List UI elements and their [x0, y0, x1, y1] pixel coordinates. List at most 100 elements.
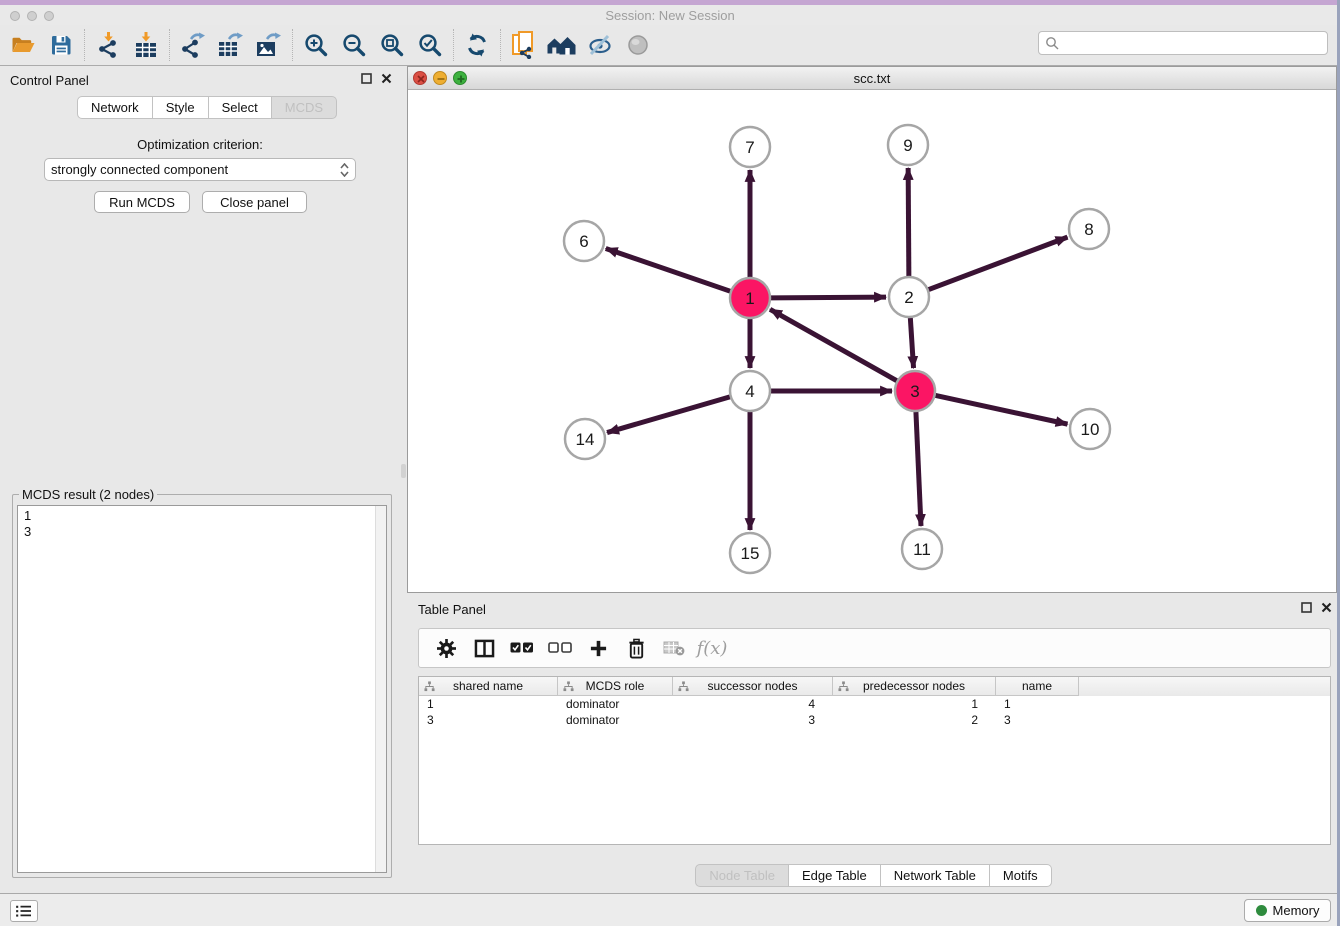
table-toolbar: f(x) — [418, 628, 1331, 668]
mcds-result-line: 1 — [24, 508, 386, 524]
cell-predecessor-nodes: 2 — [833, 712, 996, 728]
graph-edge-3-11[interactable] — [916, 412, 921, 526]
graph-edge-1-6[interactable] — [606, 248, 730, 291]
graph-edge-2-3[interactable] — [910, 318, 913, 368]
deselect-all-button[interactable] — [541, 631, 579, 665]
export-network-icon — [179, 32, 207, 58]
zoom-fit-button[interactable] — [373, 28, 411, 62]
task-history-button[interactable] — [10, 900, 38, 922]
export-table-icon — [217, 32, 245, 58]
list-icon — [15, 904, 33, 918]
tab-node-table[interactable]: Node Table — [695, 864, 789, 887]
search-input[interactable] — [1059, 36, 1321, 51]
sort-icon — [424, 681, 435, 692]
graph-node-label: 14 — [576, 430, 595, 449]
graph-edge-2-8[interactable] — [929, 237, 1068, 289]
close-panel-icon[interactable] — [1321, 602, 1332, 613]
column-header-mcds-role[interactable]: MCDS role — [558, 677, 673, 696]
toggle-columns-button[interactable] — [465, 631, 503, 665]
table-settings-button[interactable] — [427, 631, 465, 665]
network-canvas[interactable]: 1234678910111415 — [408, 90, 1336, 592]
eye-disabled-icon — [626, 33, 650, 57]
graph-edge-2-9[interactable] — [908, 168, 909, 276]
graph-edge-1-2[interactable] — [771, 297, 886, 298]
search-field[interactable] — [1038, 31, 1328, 55]
add-button[interactable] — [579, 631, 617, 665]
column-header-successor-nodes[interactable]: successor nodes — [673, 677, 833, 696]
eye-disabled-button — [619, 28, 657, 62]
export-table-button[interactable] — [212, 28, 250, 62]
tab-edge-table[interactable]: Edge Table — [789, 864, 881, 887]
apply-layout-button[interactable] — [458, 28, 496, 62]
select-all-button[interactable] — [503, 631, 541, 665]
ndex-button[interactable] — [543, 28, 581, 62]
graph-edge-4-14[interactable] — [607, 397, 730, 433]
column-label: name — [1022, 679, 1052, 693]
node-table: shared name MCDS role successor nodes pr… — [418, 676, 1331, 845]
float-panel-icon[interactable] — [1301, 602, 1312, 613]
graph-node-label: 6 — [579, 232, 588, 251]
eye-slash-icon — [586, 32, 614, 58]
delete-button[interactable] — [617, 631, 655, 665]
app-window-title: Session: New Session — [0, 8, 1340, 23]
open-session-button[interactable] — [4, 28, 42, 62]
tab-network-table[interactable]: Network Table — [881, 864, 990, 887]
graph-edge-3-10[interactable] — [936, 395, 1068, 424]
close-panel-button[interactable]: Close panel — [202, 191, 307, 213]
table-panel-header: Table Panel — [407, 595, 1340, 623]
control-panel-header: Control Panel — [0, 66, 400, 94]
main-toolbar — [0, 25, 1340, 66]
graph-node-label: 8 — [1084, 220, 1093, 239]
graph-node-label: 11 — [913, 540, 931, 559]
result-scrollbar[interactable] — [375, 506, 386, 872]
control-panel: Control Panel Network Style Select MCDS … — [0, 66, 400, 893]
cell-mcds-role: dominator — [558, 712, 673, 728]
mcds-result-list[interactable]: 1 3 — [17, 505, 387, 873]
graph-node-label: 3 — [910, 382, 919, 401]
graph-edge-3-1[interactable] — [770, 309, 897, 380]
sort-icon — [678, 681, 689, 692]
zoom-out-button[interactable] — [335, 28, 373, 62]
memory-button[interactable]: Memory — [1244, 899, 1331, 922]
table-row[interactable]: 1 dominator 4 1 1 — [419, 696, 1330, 712]
graph-node-label: 4 — [745, 382, 754, 401]
export-image-button[interactable] — [250, 28, 288, 62]
toggle-visibility-button[interactable] — [581, 28, 619, 62]
save-floppy-icon — [49, 33, 73, 57]
zoom-selected-button[interactable] — [411, 28, 449, 62]
app-titlebar: Session: New Session — [0, 5, 1340, 25]
cell-predecessor-nodes: 1 — [833, 696, 996, 712]
tab-select[interactable]: Select — [209, 96, 272, 119]
tab-network[interactable]: Network — [77, 96, 153, 119]
tab-mcds[interactable]: MCDS — [272, 96, 337, 119]
graph-node-label: 1 — [745, 289, 754, 308]
memory-status-icon — [1256, 905, 1267, 916]
column-header-predecessor-nodes[interactable]: predecessor nodes — [833, 677, 996, 696]
split-divider-handle[interactable] — [401, 464, 406, 478]
float-panel-icon[interactable] — [361, 73, 372, 84]
zoom-selected-icon — [417, 32, 443, 58]
table-row[interactable]: 3 dominator 3 2 3 — [419, 712, 1330, 728]
column-label: predecessor nodes — [863, 679, 965, 693]
zoom-in-button[interactable] — [297, 28, 335, 62]
graph-node-label: 10 — [1081, 420, 1100, 439]
houses-icon — [547, 33, 577, 57]
tab-style[interactable]: Style — [153, 96, 209, 119]
run-mcds-button[interactable]: Run MCDS — [94, 191, 190, 213]
open-folder-icon — [10, 33, 37, 57]
select-all-icon — [510, 642, 534, 654]
graph-node-label: 15 — [741, 544, 760, 563]
run-mcds-label: Run MCDS — [109, 195, 175, 210]
column-header-name[interactable]: name — [996, 677, 1079, 696]
toolbar-separator — [84, 29, 85, 61]
criterion-select[interactable]: strongly connected component — [44, 158, 356, 181]
import-network-button[interactable] — [89, 28, 127, 62]
new-network-from-selection-button[interactable] — [505, 28, 543, 62]
column-header-shared-name[interactable]: shared name — [419, 677, 558, 696]
export-network-button[interactable] — [174, 28, 212, 62]
close-panel-icon[interactable] — [381, 73, 392, 84]
table-delete-icon — [663, 640, 685, 656]
import-table-button[interactable] — [127, 28, 165, 62]
save-session-button[interactable] — [42, 28, 80, 62]
tab-motifs[interactable]: Motifs — [990, 864, 1052, 887]
